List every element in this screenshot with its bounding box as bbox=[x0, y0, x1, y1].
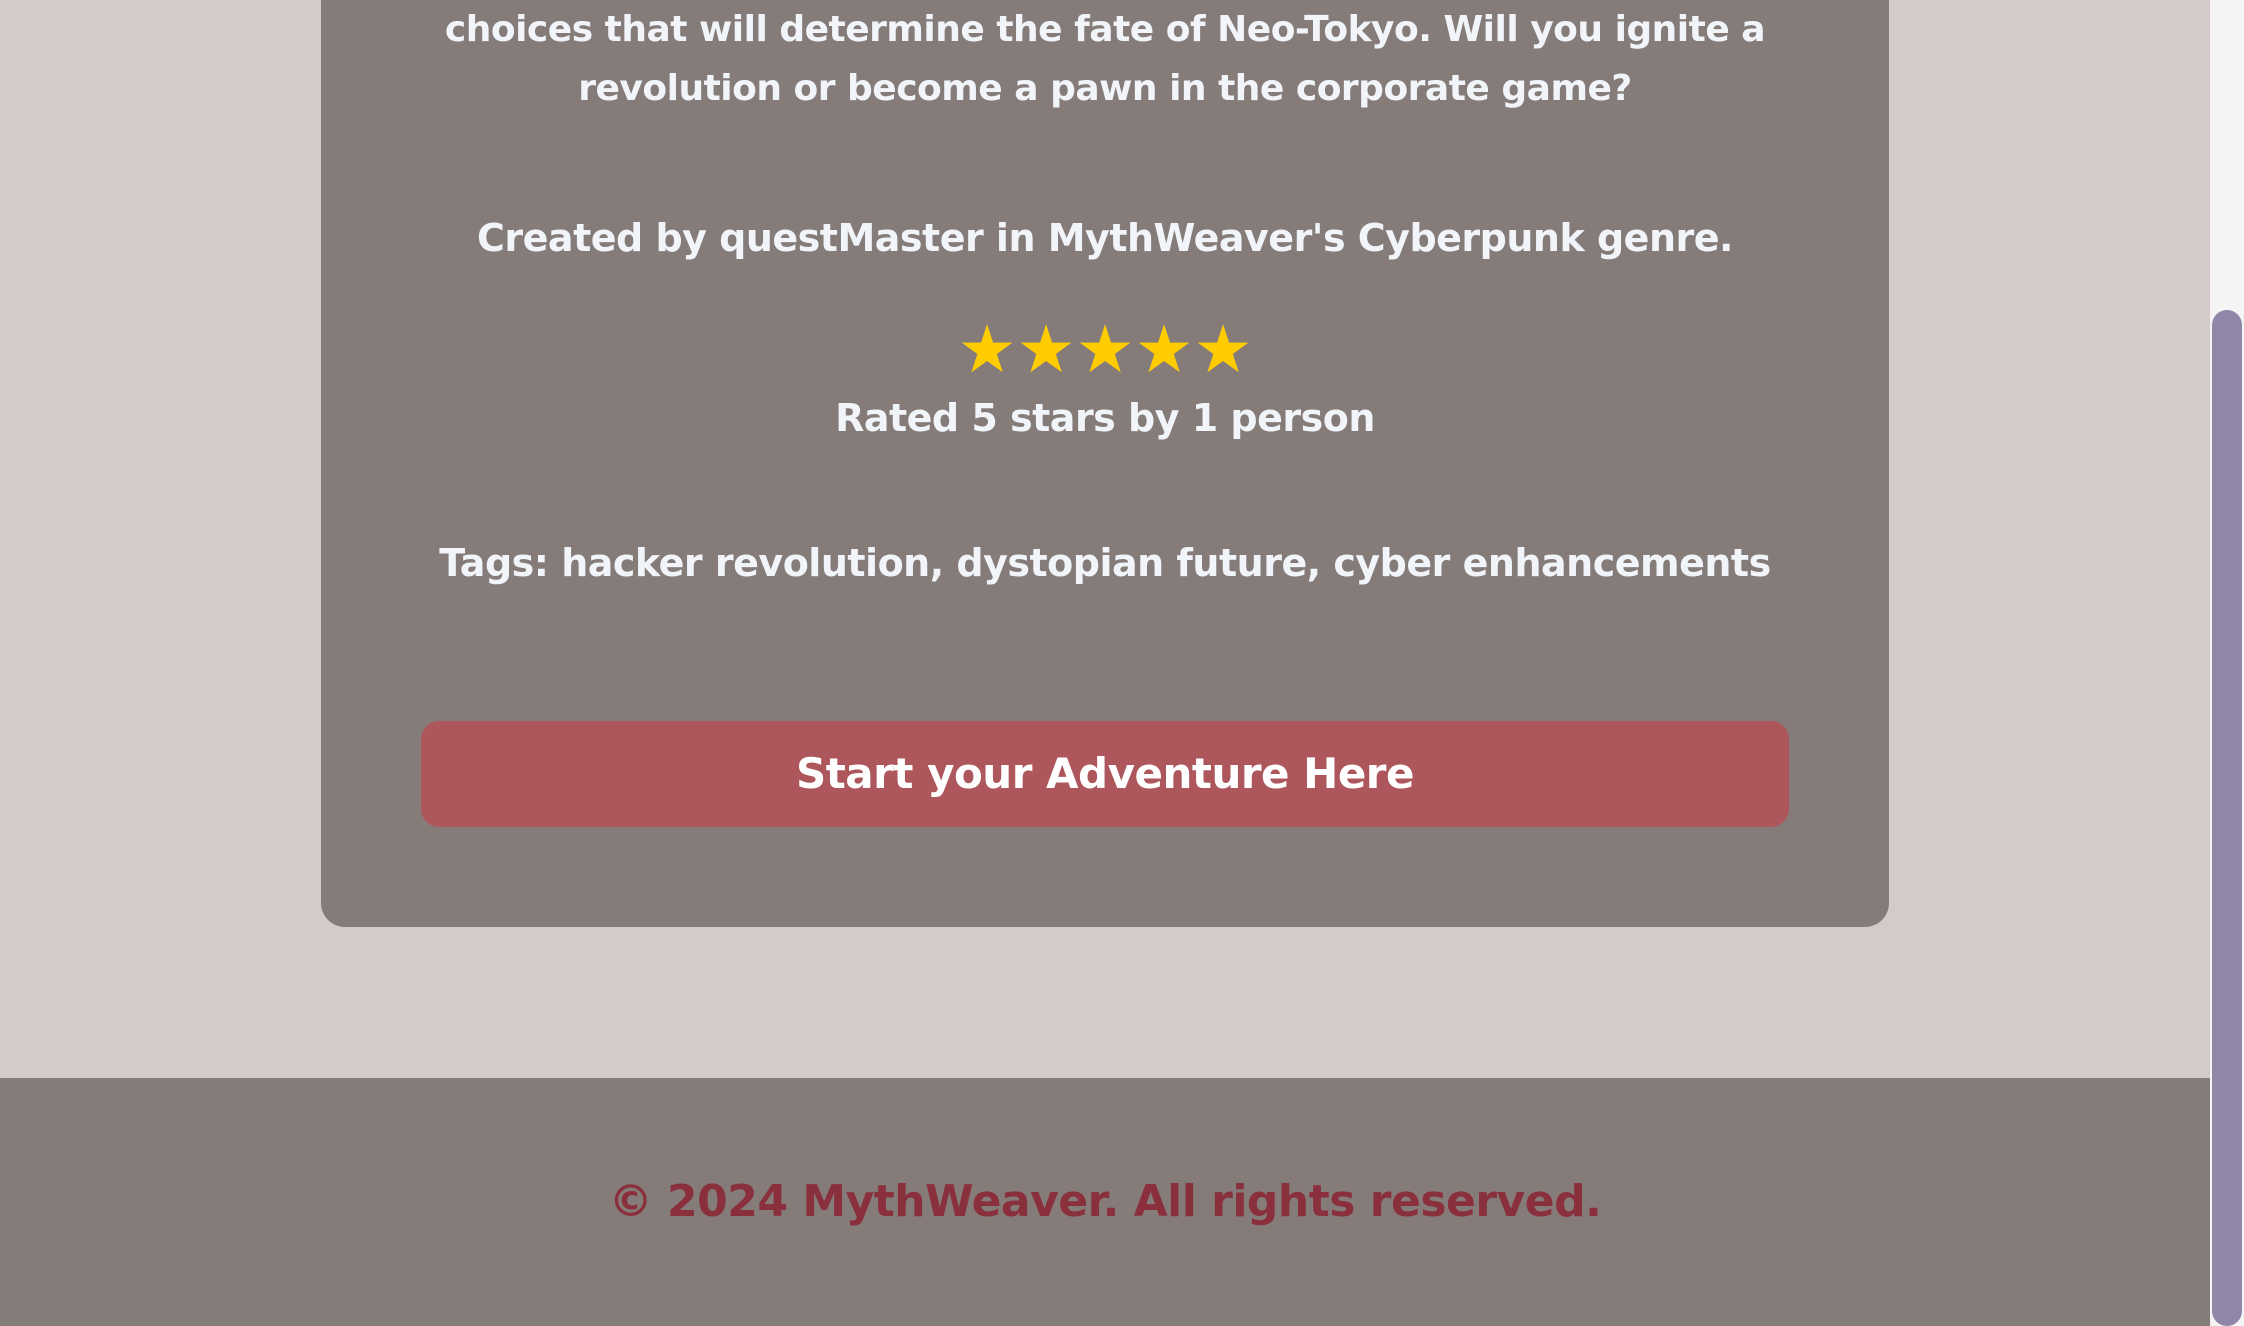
star-rating: ★★★★★ bbox=[321, 310, 1889, 390]
page-viewport: choices that will determine the fate of … bbox=[0, 0, 2210, 1326]
rating-label: Rated 5 stars by 1 person bbox=[835, 396, 1375, 440]
page-footer: © 2024 MythWeaver. All rights reserved. bbox=[0, 1078, 2210, 1326]
star-icon: ★ bbox=[1016, 311, 1078, 388]
footer-copyright: © 2024 MythWeaver. All rights reserved. bbox=[608, 1176, 1602, 1227]
scrollbar-thumb[interactable] bbox=[2212, 310, 2242, 1326]
star-icon: ★ bbox=[1193, 311, 1255, 388]
story-tags: Tags: hacker revolution, dystopian futur… bbox=[439, 541, 1771, 585]
star-icon: ★ bbox=[1075, 311, 1137, 388]
star-icon: ★ bbox=[957, 311, 1019, 388]
start-adventure-button[interactable]: Start your Adventure Here bbox=[421, 721, 1789, 827]
story-card: choices that will determine the fate of … bbox=[321, 0, 1889, 927]
story-description: choices that will determine the fate of … bbox=[444, 9, 1766, 109]
star-icon: ★ bbox=[1134, 311, 1196, 388]
story-author-line: Created by questMaster in MythWeaver's C… bbox=[477, 216, 1733, 260]
vertical-scrollbar[interactable] bbox=[2210, 0, 2244, 1326]
